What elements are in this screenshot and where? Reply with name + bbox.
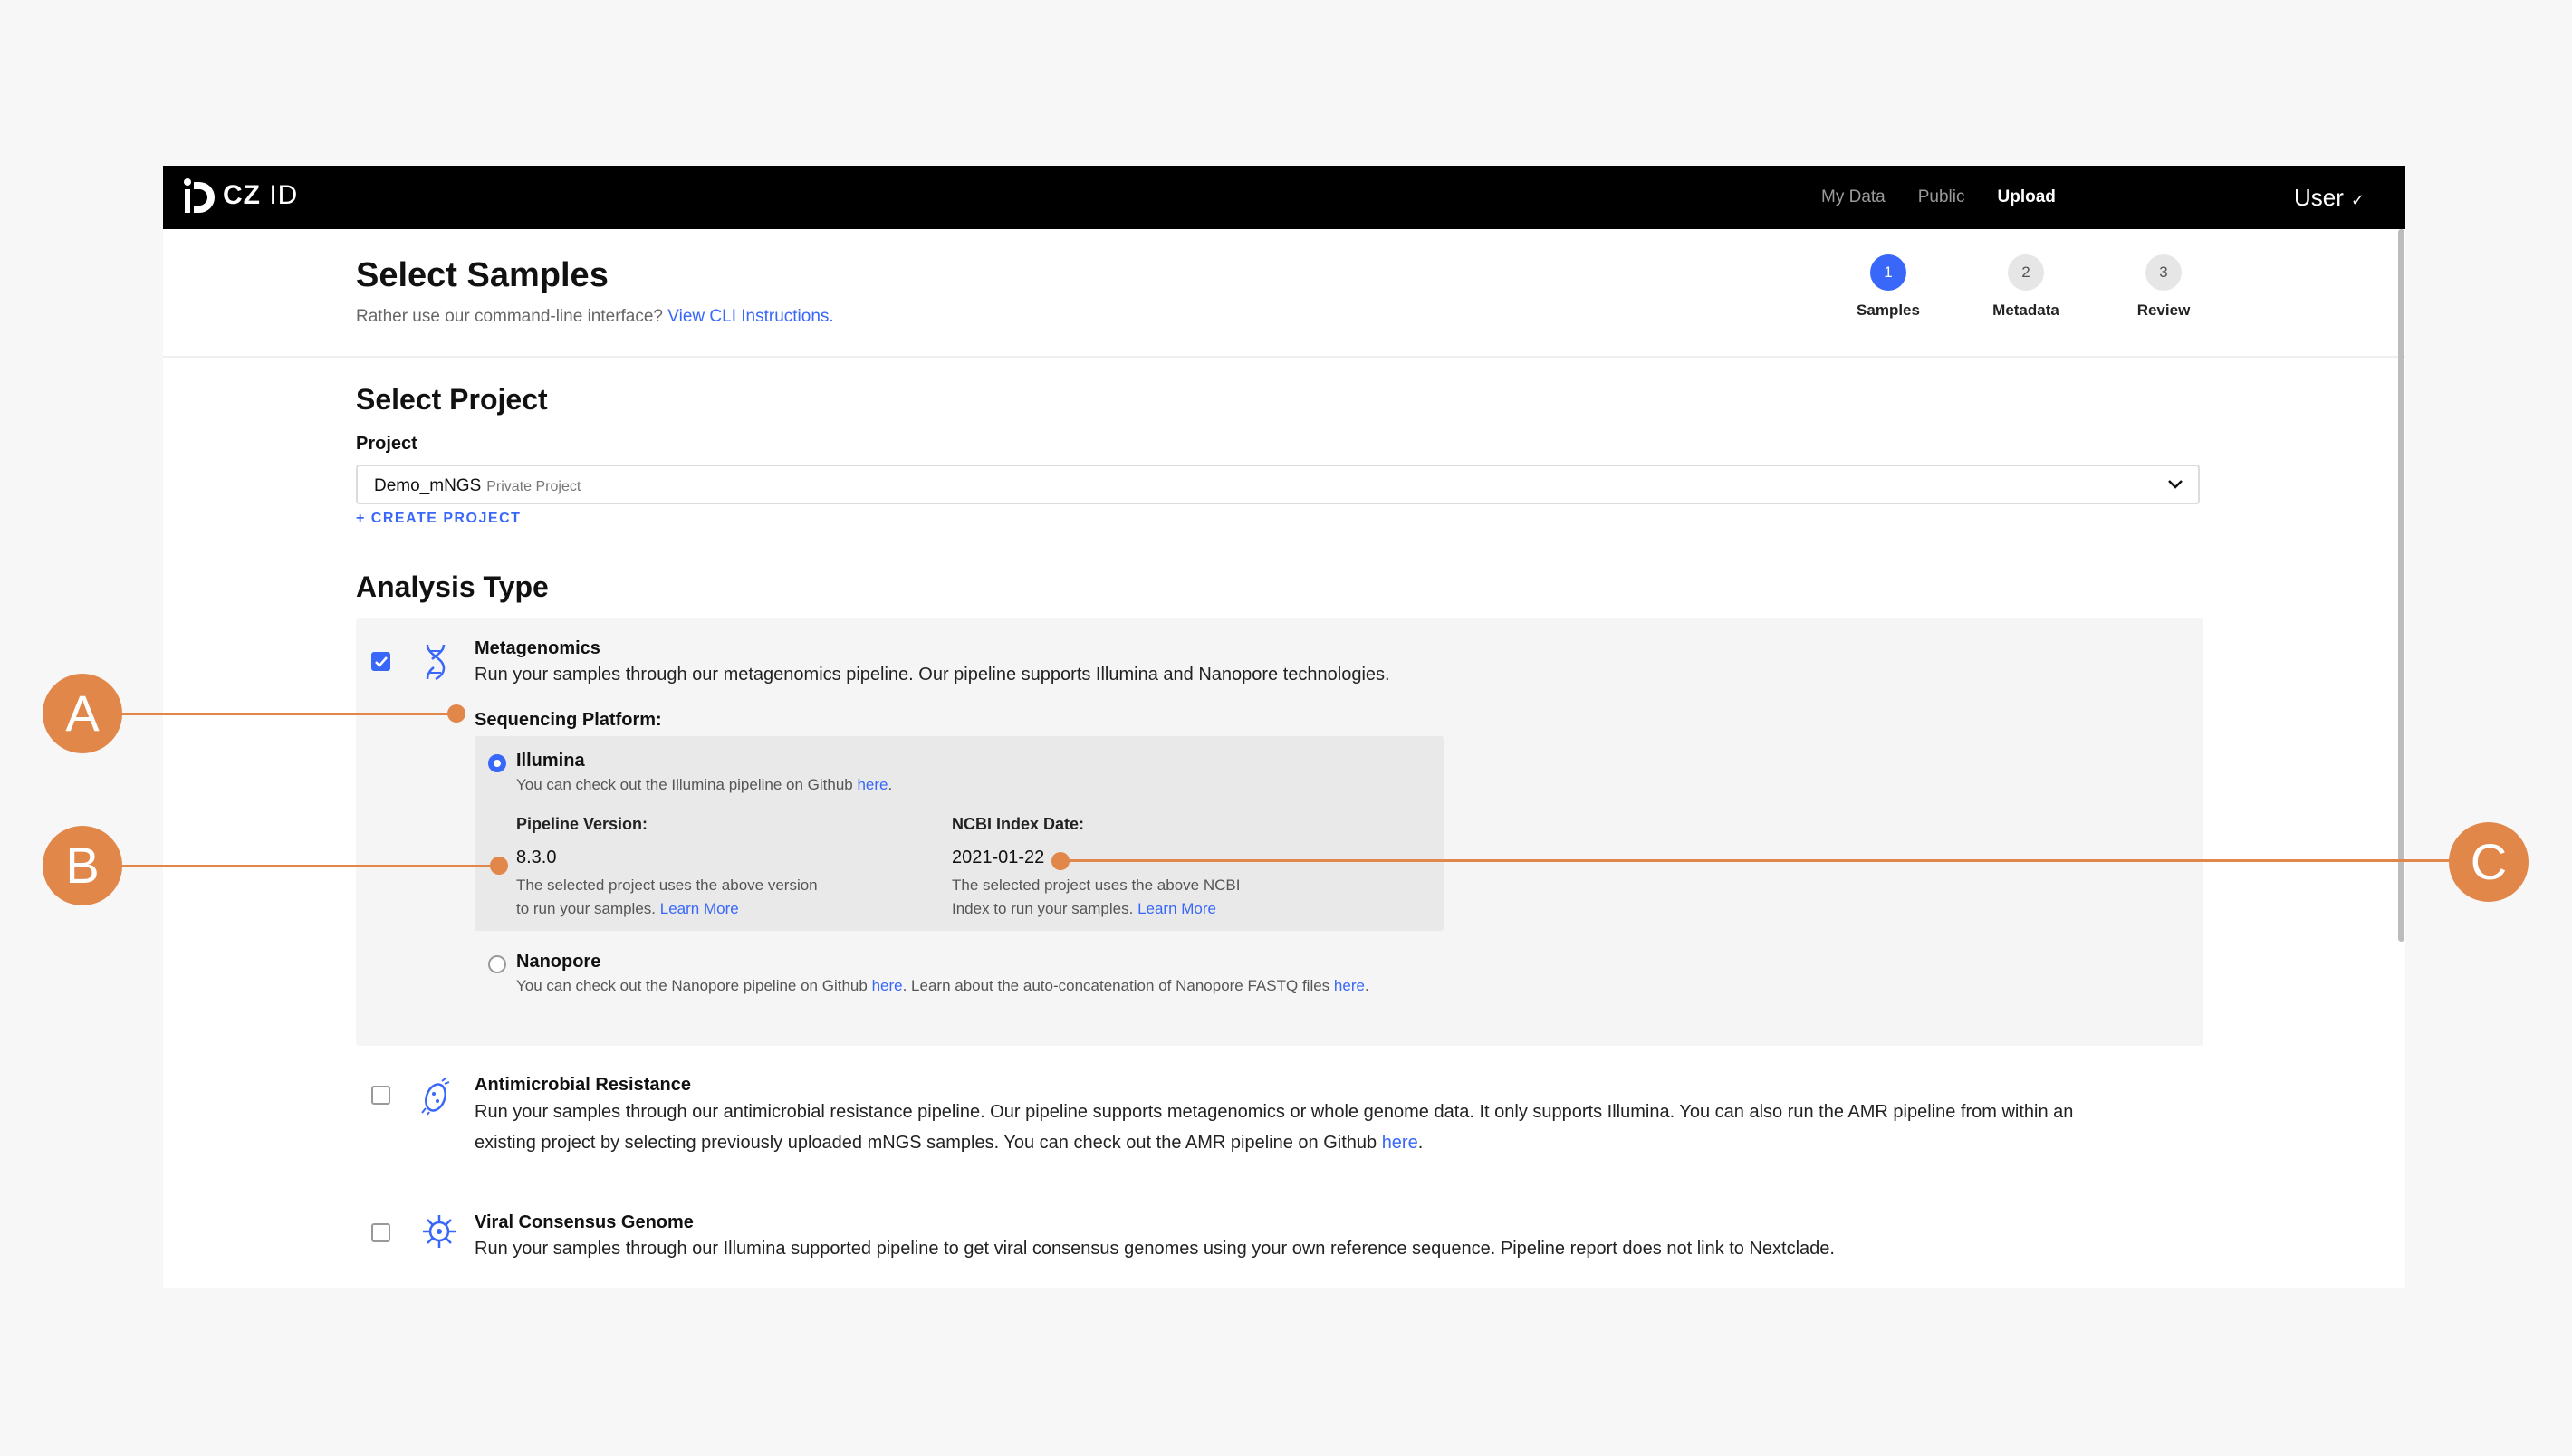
- annotation-b-badge: B: [43, 826, 122, 905]
- nav-links: My Data Public Upload: [1821, 187, 2056, 207]
- cli-line: Rather use our command-line interface? V…: [356, 307, 834, 327]
- annotation-c-line: [1061, 859, 2456, 862]
- illumina-desc-suffix: .: [888, 776, 893, 793]
- bacteria-icon: [421, 1077, 450, 1116]
- nanopore-fastq-link[interactable]: here: [1334, 977, 1365, 994]
- project-select[interactable]: Demo_mNGS Private Project: [356, 465, 2200, 504]
- nav-upload[interactable]: Upload: [1998, 187, 2056, 207]
- analysis-type-title: Analysis Type: [356, 570, 549, 603]
- metagenomics-title: Metagenomics: [475, 638, 600, 658]
- amr-desc-text: existing project by selecting previously…: [475, 1133, 1377, 1153]
- nanopore-radio[interactable]: [488, 955, 506, 973]
- project-name: Demo_mNGS: [374, 476, 482, 495]
- cli-instructions-link[interactable]: View CLI Instructions.: [667, 307, 833, 326]
- ncbi-note-line-1: The selected project uses the above NCBI: [952, 876, 1241, 894]
- illumina-desc-text: You can check out the Illumina pipeline …: [516, 776, 853, 793]
- annotation-a-dot: [447, 704, 465, 723]
- viral-cg-title: Viral Consensus Genome: [475, 1212, 694, 1232]
- annotation-a-line: [118, 713, 457, 715]
- user-chevron-icon: ✓: [2350, 191, 2365, 209]
- pipeline-version-value: 8.3.0: [516, 848, 557, 867]
- logo-text: CZ ID: [223, 180, 299, 210]
- czid-logo[interactable]: CZ ID: [183, 177, 298, 215]
- pipeline-note-text: to run your samples.: [516, 900, 657, 917]
- illumina-desc: You can check out the Illumina pipeline …: [516, 773, 892, 797]
- step-number: 2: [2008, 254, 2044, 291]
- cli-prefix: Rather use our command-line interface?: [356, 307, 664, 326]
- nanopore-desc-suffix: .: [1364, 977, 1369, 994]
- project-select-value: Demo_mNGS Private Project: [374, 476, 581, 496]
- top-nav: CZ ID My Data Public Upload User ✓: [163, 166, 2405, 229]
- amr-title: Antimicrobial Resistance: [475, 1075, 691, 1095]
- ncbi-learn-more-link[interactable]: Learn More: [1137, 900, 1216, 917]
- pipeline-note-line-2: to run your samples. Learn More: [516, 897, 818, 921]
- pipeline-version-label: Pipeline Version:: [516, 815, 648, 833]
- step-label: Samples: [1857, 302, 1920, 319]
- viral-cg-checkbox[interactable]: [371, 1223, 390, 1242]
- ncbi-note-line-2: Index to run your samples. Learn More: [952, 897, 1240, 921]
- amr-checkbox[interactable]: [371, 1086, 390, 1105]
- step-review: 3 Review: [2096, 254, 2231, 320]
- amr-desc-line-1: Run your samples through our antimicrobi…: [475, 1102, 2074, 1122]
- nanopore-title: Nanopore: [516, 952, 601, 972]
- illumina-title: Illumina: [516, 751, 585, 771]
- project-visibility: Private Project: [486, 479, 581, 494]
- illumina-github-link[interactable]: here: [857, 776, 888, 793]
- amr-desc-line-2: existing project by selecting previously…: [475, 1127, 2073, 1158]
- annotation-b-line: [118, 865, 500, 867]
- step-metadata: 2 Metadata: [1958, 254, 2094, 320]
- vertical-scrollbar[interactable]: [2398, 229, 2404, 942]
- nanopore-desc: You can check out the Nanopore pipeline …: [516, 974, 1369, 998]
- nav-public[interactable]: Public: [1918, 187, 1965, 207]
- metagenomics-desc: Run your samples through our metagenomic…: [475, 665, 1390, 685]
- check-icon: [375, 656, 388, 667]
- step-number: 1: [1870, 254, 1906, 291]
- nanopore-desc-mid: . Learn about the auto-concatenation of …: [902, 977, 1330, 994]
- ncbi-note-text: Index to run your samples.: [952, 900, 1134, 917]
- dna-icon: [426, 644, 446, 681]
- step-label: Review: [2136, 302, 2191, 319]
- user-name: User: [2294, 184, 2344, 211]
- step-samples: 1 Samples: [1820, 254, 1956, 320]
- sequencing-platform-label: Sequencing Platform:: [475, 710, 662, 730]
- create-project-link[interactable]: + CREATE PROJECT: [356, 511, 521, 527]
- metagenomics-checkbox[interactable]: [371, 652, 390, 671]
- app-window: CZ ID My Data Public Upload User ✓ Select…: [163, 166, 2405, 1288]
- amr-desc: Run your samples through our antimicrobi…: [475, 1097, 2073, 1158]
- czid-logo-icon: [184, 178, 215, 213]
- chevron-down-icon: [2168, 480, 2183, 489]
- ncbi-index-note: The selected project uses the above NCBI…: [952, 874, 1240, 921]
- step-label: Metadata: [1992, 302, 2059, 319]
- nanopore-github-link[interactable]: here: [872, 977, 903, 994]
- ncbi-index-label: NCBI Index Date:: [952, 815, 1085, 833]
- step-number: 3: [2145, 254, 2182, 291]
- annotation-a-badge: A: [43, 674, 122, 753]
- annotation-c-dot: [1051, 852, 1070, 870]
- project-field-label: Project: [356, 434, 417, 454]
- page-title: Select Samples: [356, 256, 609, 294]
- amr-github-link[interactable]: here: [1382, 1133, 1418, 1153]
- ncbi-index-value: 2021-01-22: [952, 848, 1045, 867]
- illumina-radio[interactable]: [488, 754, 506, 772]
- pipeline-learn-more-link[interactable]: Learn More: [660, 900, 739, 917]
- viral-cg-desc: Run your samples through our Illumina su…: [475, 1239, 1835, 1259]
- select-project-title: Select Project: [356, 383, 548, 416]
- amr-desc-suffix: .: [1417, 1133, 1424, 1153]
- annotation-c-badge: C: [2449, 822, 2529, 902]
- virus-icon: [423, 1215, 456, 1248]
- nanopore-desc-text: You can check out the Nanopore pipeline …: [516, 977, 868, 994]
- nav-my-data[interactable]: My Data: [1821, 187, 1886, 207]
- pipeline-version-note: The selected project uses the above vers…: [516, 874, 818, 921]
- pipeline-note-line-1: The selected project uses the above vers…: [516, 876, 818, 894]
- page-header: Select Samples Rather use our command-li…: [163, 229, 2405, 358]
- user-menu[interactable]: User ✓: [2294, 184, 2365, 212]
- annotation-b-dot: [490, 857, 508, 875]
